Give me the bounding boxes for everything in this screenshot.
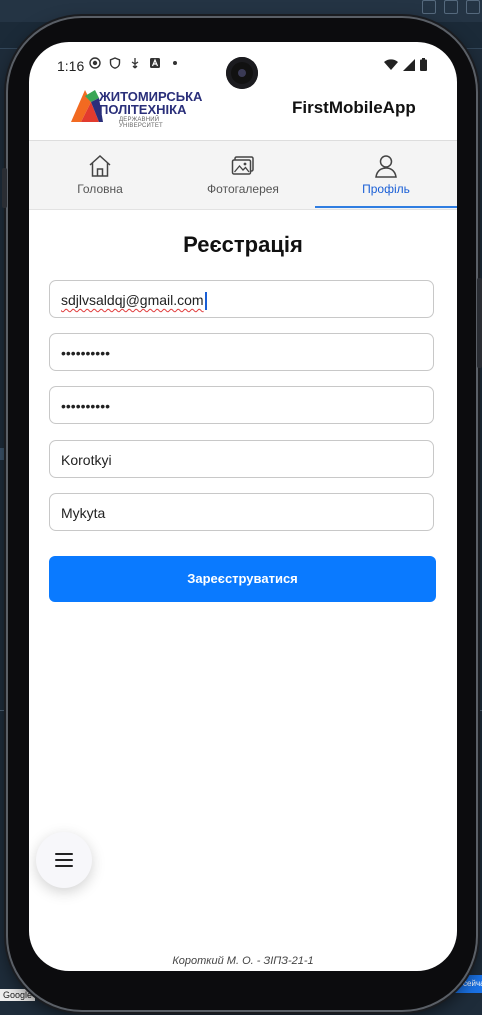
status-time: 1:16	[57, 58, 85, 74]
app-header: ЖИТОМИРСЬКА ПОЛІТЕХНІКА ДЕРЖАВНИЙ УНІВЕР…	[29, 86, 457, 140]
battery-icon	[420, 58, 427, 71]
email-field-text: sdjlvsaldqj@gmail.com	[61, 292, 204, 308]
tab-bar: Головна Фотогалерея Профіль	[29, 140, 457, 210]
a-icon	[150, 58, 160, 68]
register-button[interactable]: Зареєструватися	[49, 556, 436, 602]
window-minimize-icon[interactable]	[444, 0, 458, 14]
status-left-icons	[89, 57, 181, 69]
page-title: Реєстрація	[183, 232, 303, 257]
profile-icon	[375, 155, 397, 178]
confirm-password-field-value: ••••••••••	[61, 398, 111, 414]
power-button	[477, 278, 482, 368]
app-title: FirstMobileApp	[292, 98, 416, 117]
text-caret	[204, 292, 207, 311]
window-layout-icon[interactable]	[422, 0, 436, 14]
logo-text-line2: ПОЛІТЕХНІКА	[99, 102, 187, 117]
volume-button	[2, 168, 7, 208]
last-name-field[interactable]: Korotkyi	[49, 440, 434, 478]
university-logo: ЖИТОМИРСЬКА ПОЛІТЕХНІКА ДЕРЖАВНИЙ УНІВЕР…	[69, 86, 204, 130]
phone-screen: 1:16 ЖИТОМИРСЬКА ПОЛІТЕХНІКА ДЕРЖАВНИЙ У…	[29, 42, 457, 971]
status-right-icons	[384, 58, 427, 71]
password-field-value: ••••••••••	[61, 345, 111, 361]
password-field[interactable]: ••••••••••	[49, 333, 434, 371]
tab-profile[interactable]: Профіль	[315, 141, 457, 208]
dot-icon	[173, 61, 177, 65]
shield-icon	[109, 57, 121, 69]
window-maximize-icon[interactable]	[466, 0, 480, 14]
email-field[interactable]: sdjlvsaldqj@gmail.com	[49, 280, 434, 318]
tab-home-label: Головна	[77, 182, 123, 196]
logo-text-line3: ДЕРЖАВНИЙ УНІВЕРСИТЕТ	[119, 117, 163, 129]
first-name-field-value: Mykyta	[61, 505, 106, 521]
record-icon	[89, 57, 101, 69]
footer-credit: Короткий М. О. - ЗІПЗ-21-1	[172, 955, 314, 967]
tab-gallery[interactable]: Фотогалерея	[172, 141, 314, 207]
menu-icon	[55, 853, 73, 867]
menu-fab-button[interactable]	[36, 832, 92, 888]
confirm-password-field[interactable]: ••••••••••	[49, 386, 434, 424]
tab-gallery-label: Фотогалерея	[207, 182, 279, 196]
last-name-field-value: Korotkyi	[61, 452, 112, 468]
tab-profile-label: Профіль	[362, 182, 410, 196]
first-name-field[interactable]: Mykyta	[49, 493, 434, 531]
status-bar: 1:16	[29, 42, 457, 89]
wifi-icon	[384, 58, 398, 70]
tab-home[interactable]: Головна	[29, 141, 171, 207]
email-field-value: sdjlvsaldqj@gmail.com	[61, 281, 204, 319]
front-camera	[226, 57, 258, 89]
phone-frame: 1:16 ЖИТОМИРСЬКА ПОЛІТЕХНІКА ДЕРЖАВНИЙ У…	[2, 18, 482, 1010]
google-label: Google	[0, 989, 36, 1001]
signal-icon	[403, 58, 415, 71]
home-icon	[89, 154, 111, 177]
usb-icon	[131, 58, 139, 69]
gallery-icon	[231, 156, 254, 175]
